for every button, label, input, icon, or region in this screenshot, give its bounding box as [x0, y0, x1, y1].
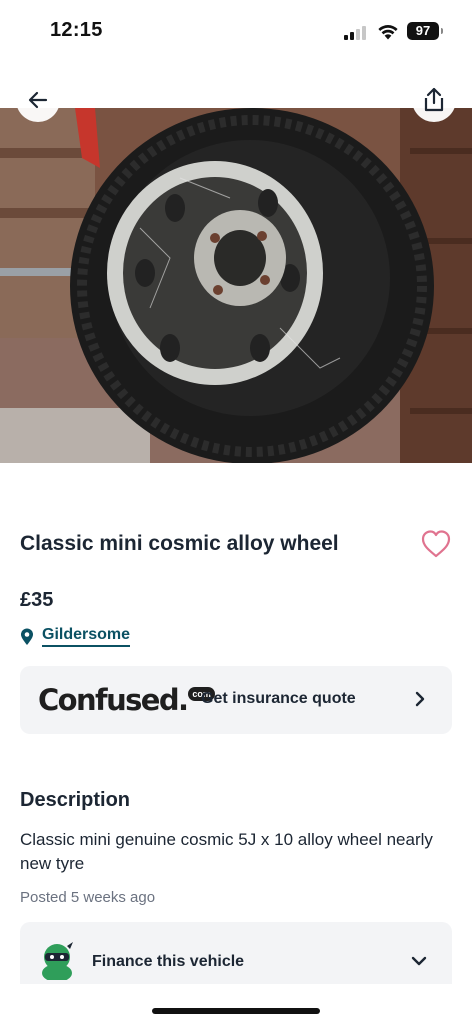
chevron-down-icon: [411, 956, 427, 966]
status-time: 12:15: [50, 19, 103, 41]
back-button[interactable]: [16, 78, 60, 122]
insurance-quote-card[interactable]: Confused. com Get insurance quote: [20, 666, 452, 734]
description-body: Classic mini genuine cosmic 5J x 10 allo…: [20, 830, 433, 873]
share-icon: [424, 87, 444, 112]
status-bar: 12:15 97: [0, 0, 472, 64]
posted-date: Posted 5 weeks ago: [20, 889, 156, 906]
listing-price: £35: [20, 589, 54, 611]
location-text[interactable]: Gildersome: [42, 626, 131, 647]
chevron-right-icon: [415, 691, 425, 707]
listing-photo[interactable]: [0, 108, 472, 463]
listing-title: Classic mini cosmic alloy wheel: [20, 532, 339, 555]
cellular-signal-icon: [344, 24, 370, 40]
description-heading: Description: [20, 789, 131, 811]
wifi-icon: [378, 25, 398, 40]
confused-logo-word: Confused.: [38, 683, 189, 717]
map-pin-icon: [21, 628, 33, 645]
insurance-quote-label: Get insurance quote: [201, 690, 356, 707]
wheel-photo: [0, 108, 472, 463]
heart-icon[interactable]: [420, 528, 452, 560]
confused-logo: Confused. com: [38, 680, 215, 720]
finance-vehicle-card[interactable]: Finance this vehicle: [20, 922, 452, 984]
ninja-mascot-icon: [42, 942, 73, 980]
finance-label: Finance this vehicle: [92, 953, 245, 970]
location-link[interactable]: Gildersome: [20, 626, 131, 647]
arrow-left-icon: [28, 91, 48, 109]
share-button[interactable]: [412, 78, 456, 122]
battery-indicator: 97: [407, 22, 443, 40]
home-indicator[interactable]: [152, 1008, 320, 1014]
